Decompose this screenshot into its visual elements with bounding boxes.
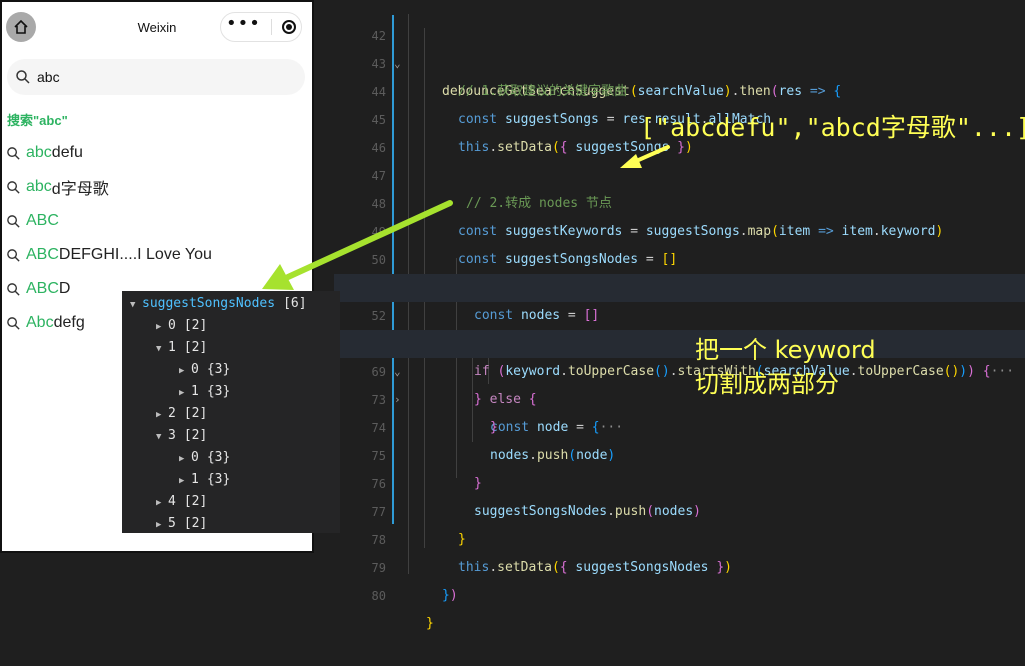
keyword-rest: d字母歌: [51, 181, 109, 198]
annotation-split-note: 把一个 keyword 切割成两部分: [695, 333, 876, 401]
tree-node[interactable]: ▶ 4 [2]: [122, 491, 340, 513]
code-line[interactable]: 76 suggestSongsNodes.push(nodes): [334, 442, 1025, 519]
tree-node[interactable]: ▼ 1 [2]: [122, 337, 340, 359]
code-line[interactable]: 74 nodes.push(node): [334, 386, 1025, 463]
code-line[interactable]: 44 const suggestSongs = res.result.allMa…: [334, 50, 1025, 127]
close-target-icon[interactable]: [281, 20, 296, 34]
keyword-rest: defu: [51, 144, 83, 161]
tree-caret-icon[interactable]: ▶: [179, 360, 191, 382]
code-line[interactable]: 68 ⌄ } else {: [334, 302, 1025, 407]
tree-node[interactable]: ▼ 3 [2]: [122, 425, 340, 447]
keyword-rest: DEFGHI....I Love You: [58, 246, 212, 263]
code-line-highlighted[interactable]: 52 › if (keyword.toUpperCase().startsWit…: [334, 274, 1025, 379]
keyword-rest: defg: [53, 314, 85, 331]
code-line[interactable]: 45 this.setData({ suggestSongs }): [334, 78, 1025, 155]
tree-node[interactable]: ▶ 0 {3}: [122, 359, 340, 381]
keyword-match: abc: [26, 178, 52, 195]
search-icon: [7, 248, 20, 262]
tree-node[interactable]: ▶ 0 [2]: [122, 315, 340, 337]
tree-caret-icon[interactable]: ▶: [179, 382, 191, 404]
tree-caret-icon[interactable]: ▶: [156, 316, 168, 338]
code-line[interactable]: 43 // 1.获取建议的关键字歌曲: [334, 22, 1025, 99]
tree-node[interactable]: ▶ 1 {3}: [122, 381, 340, 403]
code-line[interactable]: 51 const nodes = []: [334, 246, 1025, 323]
line-number: 80: [371, 589, 386, 603]
tree-caret-icon[interactable]: ▶: [179, 470, 191, 492]
tree-node[interactable]: ▶ 5 [2]: [122, 513, 340, 535]
annotation-line: 把一个 keyword: [695, 336, 876, 364]
search-icon: [7, 282, 20, 296]
code-line[interactable]: 42 ⌄ debounceGetSearchSuggest(searchValu…: [334, 0, 1025, 99]
keyword-match: ABC: [26, 280, 59, 297]
code-line[interactable]: 77 }: [334, 470, 1025, 547]
list-item[interactable]: ABC: [6, 204, 306, 238]
keyword-match: ABC: [26, 246, 59, 263]
tree-root[interactable]: ▼ suggestSongsNodes [6]: [122, 293, 340, 315]
keyword-match: ABC: [26, 212, 59, 229]
tree-caret-icon[interactable]: ▶: [156, 514, 168, 536]
search-input[interactable]: [37, 69, 277, 85]
list-item[interactable]: abc d字母歌: [6, 170, 306, 204]
more-icon[interactable]: •••: [226, 15, 261, 33]
list-item[interactable]: ABC DEFGHI....I Love You: [6, 238, 306, 272]
tree-caret-icon[interactable]: ▶: [156, 492, 168, 514]
code-line[interactable]: 50 for (const keyword of suggestKeywords…: [334, 218, 1025, 295]
annotation-keyword-array: ["abcdefu","abcd字母歌"...]: [640, 113, 1025, 142]
tree-node[interactable]: ▶ 2 [2]: [122, 403, 340, 425]
tree-caret-icon[interactable]: ▶: [179, 448, 191, 470]
list-item[interactable]: abc defu: [6, 136, 306, 170]
tree-node[interactable]: ▶ 0 {3}: [122, 447, 340, 469]
search-icon: [7, 214, 20, 228]
annotation-line: 切割成两部分: [695, 370, 839, 398]
code-editor[interactable]: 42 ⌄ debounceGetSearchSuggest(searchValu…: [334, 0, 1025, 631]
capsule-menu[interactable]: •••: [220, 12, 302, 42]
code-line[interactable]: 49 const suggestSongsNodes = []: [334, 190, 1025, 267]
search-icon: [7, 316, 20, 330]
search-bar[interactable]: [7, 59, 305, 95]
code-line[interactable]: 75 }: [334, 414, 1025, 491]
code-line[interactable]: 79 }): [334, 526, 1025, 603]
debug-tree-panel: ▼ suggestSongsNodes [6] ▶ 0 [2] ▼ 1 [2] ▶ 0 {3} …: [122, 291, 340, 533]
search-heading[interactable]: 搜索"abc": [7, 110, 68, 129]
code-line[interactable]: 80 }: [334, 554, 1025, 631]
search-icon: [7, 180, 20, 194]
search-icon: [16, 70, 30, 84]
tree-node[interactable]: ▶ 1 {3}: [122, 469, 340, 491]
code-line[interactable]: 48 const suggestKeywords = suggestSongs.…: [334, 162, 1025, 239]
keyword-match: Abc: [26, 314, 54, 331]
tree-caret-icon[interactable]: ▼: [156, 426, 168, 448]
nav-bar: Weixin •••: [2, 2, 312, 54]
code-line[interactable]: 78 this.setData({ suggestSongsNodes }): [334, 498, 1025, 575]
collapse-caret-icon[interactable]: ▼: [130, 294, 142, 316]
search-icon: [7, 146, 20, 160]
code-line-highlighted[interactable]: 69 › const node = {···: [334, 330, 1025, 435]
tree-caret-icon[interactable]: ▶: [156, 404, 168, 426]
keyword-rest: D: [58, 280, 71, 297]
code-line[interactable]: 73 }: [334, 358, 1025, 435]
tree-caret-icon[interactable]: ▼: [156, 338, 168, 360]
keyword-match: abc: [26, 144, 52, 161]
capsule-divider: [270, 19, 272, 35]
